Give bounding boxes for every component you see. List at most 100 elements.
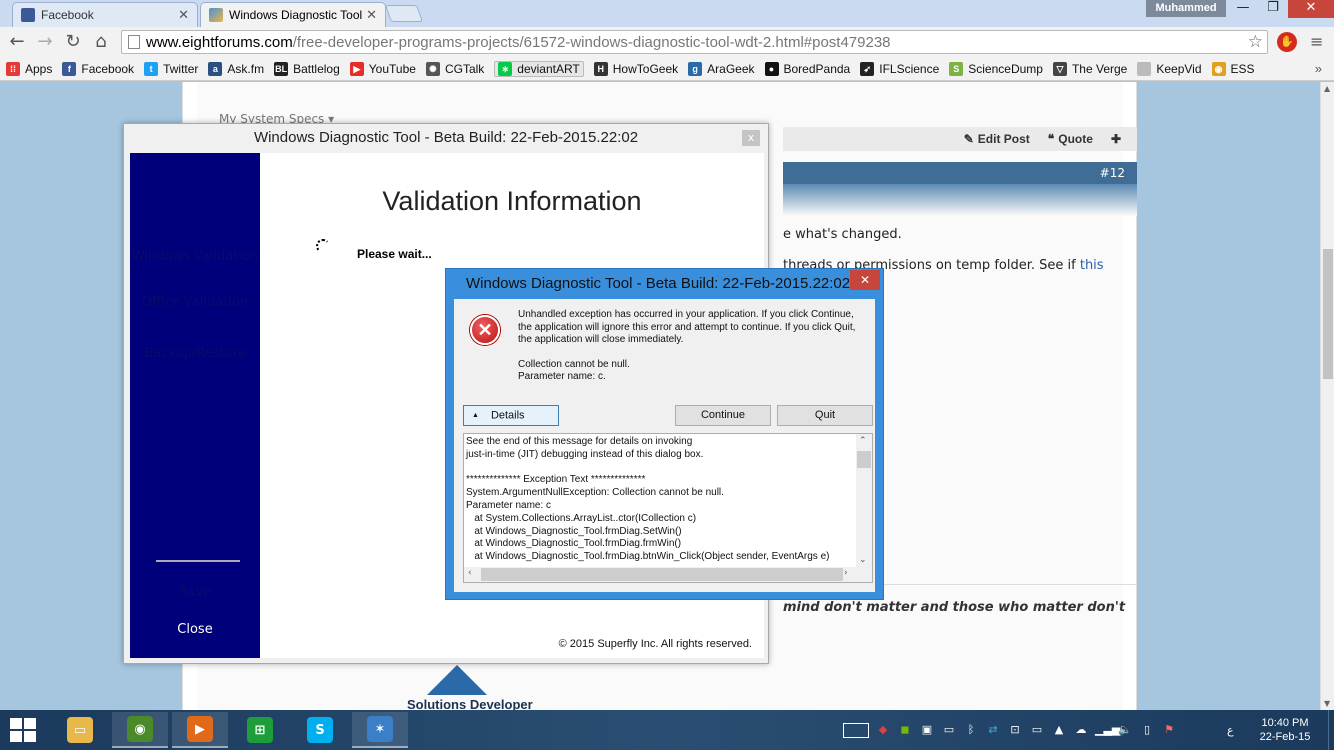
- reload-icon[interactable]: ↻: [62, 31, 84, 53]
- new-tab-button[interactable]: [384, 5, 424, 22]
- taskbar-app[interactable]: ◉: [112, 712, 168, 748]
- scroll-thumb[interactable]: [1323, 249, 1333, 379]
- bookmark-star-icon[interactable]: ☆: [1248, 32, 1263, 52]
- bookmark-ess[interactable]: ◉ ESS: [1211, 61, 1255, 76]
- taskbar-app[interactable]: ▭: [52, 712, 108, 748]
- display-icon[interactable]: ⊡: [1007, 722, 1023, 738]
- nav-close[interactable]: Close: [130, 622, 260, 637]
- clock-date: 22-Feb-15: [1259, 731, 1311, 743]
- home-icon[interactable]: ⌂: [90, 31, 112, 53]
- action-center-icon[interactable]: ⚑: [1161, 722, 1177, 738]
- post-number[interactable]: #12: [783, 162, 1137, 184]
- store-icon: ⊞: [247, 717, 273, 743]
- bookmark-label: KeepVid: [1156, 61, 1202, 76]
- nvidia-icon[interactable]: ◼: [897, 722, 913, 738]
- onedrive-icon[interactable]: ☁: [1073, 722, 1089, 738]
- more-bookmarks-icon[interactable]: »: [1315, 61, 1322, 76]
- apps-grid-icon: ⁞⁞: [6, 61, 20, 76]
- monitor-icon[interactable]: ▭: [1029, 722, 1045, 738]
- battery-icon[interactable]: ▯: [1139, 722, 1155, 738]
- bookmark-twitter[interactable]: t Twitter: [144, 61, 198, 76]
- bookmark-label: Ask.fm: [227, 61, 265, 76]
- taskbar-app[interactable]: ✶: [352, 712, 408, 748]
- window-close-icon[interactable]: ✕: [1288, 0, 1334, 18]
- bluetooth-icon[interactable]: ᛒ: [963, 722, 979, 738]
- bookmark-the-verge[interactable]: ▽ The Verge: [1052, 61, 1127, 76]
- tab-close-icon[interactable]: ✕: [178, 7, 189, 23]
- scroll-thumb[interactable]: [857, 451, 871, 468]
- wdt-close-button[interactable]: x: [742, 130, 760, 146]
- details-button[interactable]: ▲ Details: [463, 405, 559, 426]
- details-vertical-scrollbar[interactable]: ⌃ ⌄: [856, 434, 872, 567]
- monitor-icon[interactable]: ▭: [941, 722, 957, 738]
- start-button[interactable]: [10, 718, 36, 742]
- exception-details-textbox[interactable]: See the end of this message for details …: [463, 433, 873, 583]
- taskbar-app[interactable]: ▶: [172, 712, 228, 748]
- bookmark-iflscience[interactable]: ➶ IFLScience: [860, 61, 939, 76]
- tab-close-icon[interactable]: ✕: [366, 7, 377, 23]
- back-arrow-icon[interactable]: ←: [6, 31, 28, 53]
- taskbar-app[interactable]: ⊞: [232, 712, 288, 748]
- scroll-up-icon[interactable]: ⌃: [859, 436, 867, 446]
- taskbar-app[interactable]: S: [292, 712, 348, 748]
- bookmark-ask-fm[interactable]: a Ask.fm: [208, 61, 265, 76]
- continue-button[interactable]: Continue: [675, 405, 771, 426]
- wifi-signal-icon[interactable]: ▁▃▅: [1095, 722, 1120, 738]
- error-dialog-close-button[interactable]: ✕: [850, 270, 880, 290]
- pdf-tray-icon[interactable]: ◆: [875, 722, 891, 738]
- post-link[interactable]: this: [1080, 258, 1104, 273]
- sync-icon[interactable]: ⇄: [985, 722, 1001, 738]
- bookmark-cgtalk[interactable]: ✺ CGTalk: [425, 61, 484, 76]
- bookmark-arageek[interactable]: g AraGeek: [688, 61, 755, 76]
- bookmark-boredpanda[interactable]: ● BoredPanda: [764, 61, 851, 76]
- scroll-up-icon[interactable]: ▲: [1324, 84, 1330, 93]
- scroll-left-icon[interactable]: ‹: [468, 568, 472, 578]
- twitter-icon: t: [144, 61, 159, 76]
- multi-quote-button[interactable]: ✚: [1111, 132, 1121, 146]
- adblock-extension-icon[interactable]: ✋: [1277, 32, 1297, 52]
- bookmark-label: BoredPanda: [783, 61, 851, 76]
- nav-office-validation[interactable]: Office Validation: [130, 295, 260, 310]
- deviantart-icon: ∗: [498, 61, 513, 76]
- clock[interactable]: 10:40 PM 22-Feb-15: [1250, 716, 1320, 744]
- edit-post-button[interactable]: ✎ Edit Post: [964, 132, 1030, 146]
- chrome-menu-icon[interactable]: ≡: [1310, 32, 1323, 51]
- network-drive-icon[interactable]: ▣: [919, 722, 935, 738]
- minimize-icon[interactable]: —: [1228, 0, 1258, 18]
- tab-facebook[interactable]: Facebook ✕: [12, 2, 198, 27]
- bookmark-battlelog[interactable]: BL Battlelog: [274, 61, 340, 76]
- bookmark-howtogeek[interactable]: H HowToGeek: [593, 61, 678, 76]
- error-message-detail: Collection cannot be null.: [518, 358, 630, 370]
- nav-save[interactable]: Save: [130, 585, 260, 600]
- signature-text: mind don't matter and those who matter d…: [783, 600, 1126, 615]
- page-scrollbar[interactable]: ▲ ▼: [1320, 82, 1334, 710]
- bookmark-keepvid[interactable]: KeepVid: [1137, 61, 1202, 76]
- forward-arrow-icon[interactable]: →: [34, 31, 56, 53]
- scroll-down-icon[interactable]: ⌄: [859, 555, 867, 565]
- tab-windows-diagnostic-tool[interactable]: Windows Diagnostic Tool ✕: [200, 2, 386, 27]
- notification-icon[interactable]: ▲: [1051, 722, 1067, 738]
- post-header-gradient: [783, 184, 1137, 216]
- address-bar[interactable]: www.eightforums.com /free-developer-prog…: [121, 30, 1268, 54]
- scroll-thumb[interactable]: [481, 568, 843, 581]
- profile-badge[interactable]: Muhammed: [1146, 0, 1226, 17]
- volume-icon[interactable]: 🔈: [1117, 722, 1133, 738]
- bookmark-youtube[interactable]: ▶ YouTube: [349, 61, 416, 76]
- error-dialog-body: ✕ Unhandled exception has occurred in yo…: [454, 299, 875, 592]
- input-language[interactable]: ع: [1227, 724, 1234, 737]
- show-desktop-button[interactable]: [1328, 710, 1334, 750]
- nav-windows-validation[interactable]: Windows Validation: [130, 249, 260, 264]
- scroll-down-icon[interactable]: ▼: [1324, 699, 1330, 708]
- nav-backup-restore[interactable]: Backup/Restore: [130, 346, 260, 361]
- touch-keyboard-icon[interactable]: [843, 722, 869, 738]
- post-text-line: e what's changed.: [783, 227, 902, 242]
- details-horizontal-scrollbar[interactable]: ‹ ›: [464, 567, 872, 582]
- bookmark-apps[interactable]: ⁞⁞ Apps: [6, 61, 52, 76]
- bookmark-sciencedump[interactable]: S ScienceDump: [949, 61, 1043, 76]
- bookmark-facebook[interactable]: f Facebook: [62, 61, 134, 76]
- quit-button[interactable]: Quit: [777, 405, 873, 426]
- restore-icon[interactable]: ❐: [1258, 0, 1288, 18]
- quote-button[interactable]: ❝ Quote: [1048, 132, 1093, 146]
- scroll-right-icon[interactable]: ›: [844, 568, 848, 578]
- bookmark-deviantart[interactable]: ∗ deviantART: [494, 60, 584, 77]
